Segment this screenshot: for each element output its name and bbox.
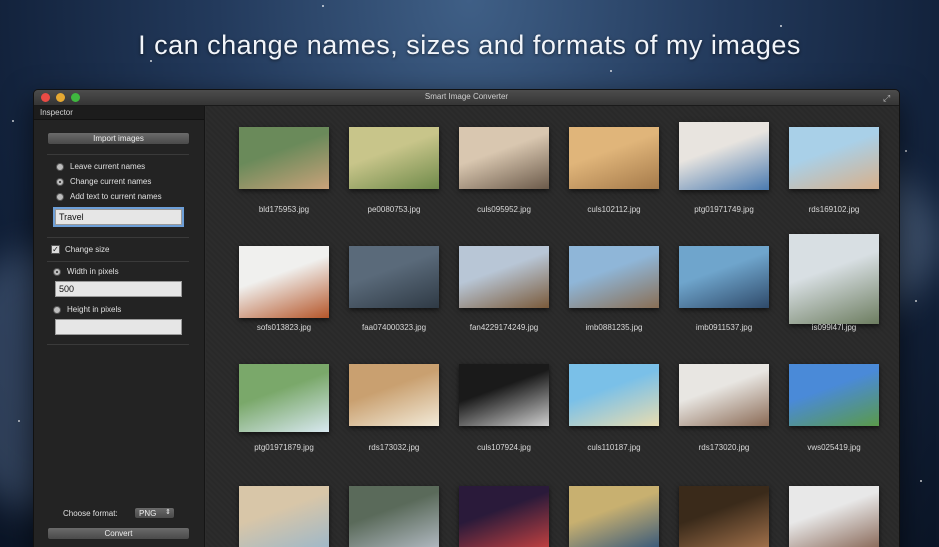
radio-selected-icon (53, 267, 61, 276)
radio-selected-icon (56, 177, 64, 186)
image-filename: bld175953.jpg (258, 205, 310, 214)
stepper-arrows-icon: ⇕ (165, 509, 171, 516)
radio-icon (53, 305, 61, 314)
radio-add-text[interactable]: Add text to current names (56, 192, 162, 201)
radio-height-pixels[interactable]: Height in pixels (53, 305, 121, 314)
image-thumbnail[interactable] (459, 246, 549, 308)
width-field[interactable]: 500 (55, 281, 182, 297)
name-text-field[interactable]: Travel (55, 209, 182, 225)
image-filename: rds173020.jpg (698, 443, 750, 452)
image-thumbnail[interactable] (349, 486, 439, 547)
change-size-checkbox[interactable]: ✓ Change size (51, 245, 109, 254)
window-title: Smart Image Converter (424, 92, 509, 101)
image-thumbnail[interactable] (239, 364, 329, 432)
image-filename: culs095952.jpg (477, 205, 531, 214)
image-thumbnail[interactable] (789, 364, 879, 426)
titlebar: Smart Image Converter ⤢ (34, 90, 899, 106)
radio-change-names[interactable]: Change current names (56, 177, 151, 186)
convert-button[interactable]: Convert (47, 527, 190, 540)
image-thumbnail[interactable] (239, 246, 329, 318)
image-filename: imb0911537.jpg (695, 323, 753, 332)
image-filename: vws025419.jpg (807, 443, 861, 452)
inspector-header: Inspector (34, 106, 204, 120)
image-filename: is099l47l.jpg (811, 323, 857, 332)
image-thumbnail[interactable] (349, 364, 439, 426)
image-filename: rds173032.jpg (368, 443, 420, 452)
image-thumbnail[interactable] (679, 486, 769, 547)
radio-icon (56, 162, 64, 171)
fullscreen-icon[interactable]: ⤢ (883, 93, 893, 103)
image-thumbnail[interactable] (569, 127, 659, 189)
image-thumbnail[interactable] (349, 127, 439, 189)
image-thumbnail[interactable] (569, 486, 659, 547)
image-filename: rds169102.jpg (808, 205, 860, 214)
image-filename: imb0881235.jpg (585, 323, 643, 332)
image-filename: fan4229174249.jpg (469, 323, 539, 332)
radio-width-pixels[interactable]: Width in pixels (53, 267, 119, 276)
image-thumbnail[interactable] (569, 246, 659, 308)
image-thumbnail[interactable] (239, 486, 329, 547)
format-label: Choose format: (63, 509, 118, 518)
headline: I can change names, sizes and formats of… (138, 30, 801, 60)
image-filename: culs110187.jpg (587, 443, 641, 452)
image-thumbnail[interactable] (239, 127, 329, 189)
import-images-button[interactable]: Import images (47, 132, 190, 145)
image-thumbnail[interactable] (679, 122, 769, 190)
inspector-panel: Inspector Import images Leave current na… (34, 106, 205, 547)
image-filename: culs102112.jpg (587, 205, 641, 214)
image-thumbnail[interactable] (569, 364, 659, 426)
radio-icon (56, 192, 64, 201)
image-thumbnail[interactable] (789, 234, 879, 324)
app-window: Smart Image Converter ⤢ Inspector Import… (33, 89, 900, 547)
format-select[interactable]: PNG ⇕ (134, 507, 175, 519)
image-thumbnail[interactable] (459, 486, 549, 547)
image-gallery: bld175953.jpg pe0080753.jpg culs095952.jpg… (206, 106, 899, 547)
image-thumbnail[interactable] (349, 246, 439, 308)
image-thumbnail[interactable] (459, 127, 549, 189)
image-thumbnail[interactable] (789, 486, 879, 547)
image-filename: culs107924.jpg (477, 443, 531, 452)
image-filename: ptg01971879.jpg (254, 443, 314, 452)
image-thumbnail[interactable] (679, 364, 769, 426)
image-thumbnail[interactable] (459, 364, 549, 426)
image-filename: sofs013823.jpg (256, 323, 312, 332)
image-thumbnail[interactable] (679, 246, 769, 308)
height-field[interactable] (55, 319, 182, 335)
image-filename: faa074000323.jpg (361, 323, 427, 332)
radio-leave-names[interactable]: Leave current names (56, 162, 145, 171)
image-thumbnail[interactable] (789, 127, 879, 189)
image-filename: ptg01971749.jpg (694, 205, 754, 214)
image-filename: pe0080753.jpg (367, 205, 421, 214)
checkmark-icon: ✓ (51, 245, 60, 254)
